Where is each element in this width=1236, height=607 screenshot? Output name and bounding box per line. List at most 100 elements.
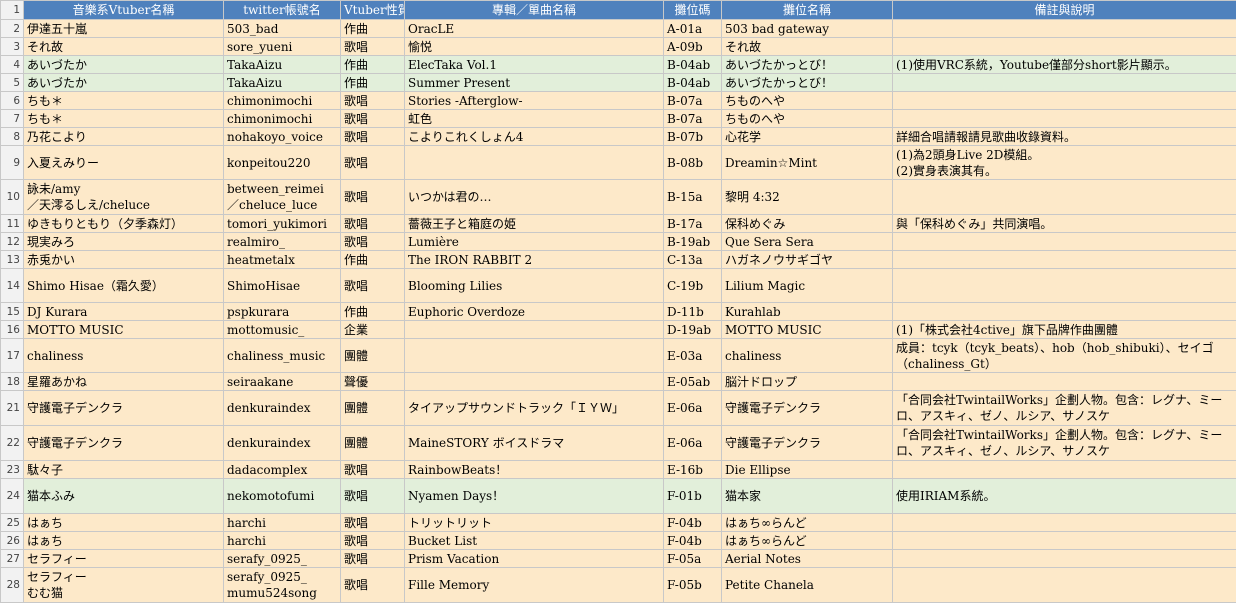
- cell-vtuber-name[interactable]: DJ Kurara: [23, 302, 224, 321]
- column-header-notes[interactable]: 備註與說明: [892, 0, 1236, 20]
- row-number[interactable]: 21: [0, 390, 24, 426]
- row-number[interactable]: 24: [0, 478, 24, 514]
- cell-notes[interactable]: 使用IRIAM系統。: [892, 478, 1236, 514]
- cell-vtuber-name[interactable]: 入夏えみりー: [23, 145, 224, 180]
- row-number[interactable]: 23: [0, 460, 24, 479]
- cell-type[interactable]: 作曲: [340, 55, 405, 74]
- cell-album[interactable]: Stories -Afterglow-: [404, 91, 664, 110]
- cell-type[interactable]: 作曲: [340, 302, 405, 321]
- row-number[interactable]: 3: [0, 37, 24, 56]
- column-header-vtuber-name[interactable]: 音樂系Vtuber名稱: [23, 0, 224, 20]
- cell-vtuber-name[interactable]: 現実みろ: [23, 232, 224, 251]
- cell-type[interactable]: 團體: [340, 390, 405, 426]
- cell-booth-name[interactable]: ちものへや: [721, 91, 893, 110]
- row-number[interactable]: 15: [0, 302, 24, 321]
- cell-album[interactable]: 薔薇王子と箱庭の姫: [404, 214, 664, 233]
- cell-booth-code[interactable]: F-04b: [663, 513, 722, 532]
- cell-twitter[interactable]: chaliness_music: [223, 338, 341, 373]
- cell-type[interactable]: 歌唱: [340, 214, 405, 233]
- cell-type[interactable]: 歌唱: [340, 232, 405, 251]
- cell-type[interactable]: 歌唱: [340, 478, 405, 514]
- cell-type[interactable]: 團體: [340, 425, 405, 461]
- cell-booth-code[interactable]: F-04b: [663, 531, 722, 550]
- cell-notes[interactable]: 詳細合唱請報請見歌曲收錄資料。: [892, 127, 1236, 146]
- column-header-booth-code[interactable]: 攤位碼: [663, 0, 722, 20]
- cell-booth-code[interactable]: D-11b: [663, 302, 722, 321]
- row-number[interactable]: 4: [0, 55, 24, 74]
- cell-vtuber-name[interactable]: あいづたか: [23, 73, 224, 92]
- cell-type[interactable]: 歌唱: [340, 127, 405, 146]
- column-header-twitter[interactable]: twitter帳號名: [223, 0, 341, 20]
- cell-booth-name[interactable]: 守護電子デンクラ: [721, 425, 893, 461]
- cell-booth-name[interactable]: あいづたかっとび！: [721, 73, 893, 92]
- cell-vtuber-name[interactable]: はぁち: [23, 513, 224, 532]
- cell-booth-code[interactable]: C-13a: [663, 250, 722, 269]
- cell-type[interactable]: 歌唱: [340, 549, 405, 568]
- cell-type[interactable]: 歌唱: [340, 145, 405, 180]
- row-number[interactable]: 27: [0, 549, 24, 568]
- cell-album[interactable]: Summer Present: [404, 73, 664, 92]
- cell-twitter[interactable]: TakaAizu: [223, 55, 341, 74]
- cell-album[interactable]: OracLE: [404, 19, 664, 38]
- cell-twitter[interactable]: serafy_0925_ mumu524song: [223, 567, 341, 603]
- cell-booth-code[interactable]: A-01a: [663, 19, 722, 38]
- cell-twitter[interactable]: seiraakane: [223, 372, 341, 391]
- cell-booth-name[interactable]: Die Ellipse: [721, 460, 893, 479]
- cell-album[interactable]: 愉悦: [404, 37, 664, 56]
- cell-notes[interactable]: [892, 302, 1236, 321]
- row-number[interactable]: 25: [0, 513, 24, 532]
- column-header-album[interactable]: 專輯／單曲名稱: [404, 0, 664, 20]
- cell-twitter[interactable]: harchi: [223, 513, 341, 532]
- cell-type[interactable]: 歌唱: [340, 109, 405, 128]
- row-number[interactable]: 5: [0, 73, 24, 92]
- cell-twitter[interactable]: nohakoyo_voice: [223, 127, 341, 146]
- cell-notes[interactable]: [892, 372, 1236, 391]
- cell-booth-name[interactable]: Aerial Notes: [721, 549, 893, 568]
- cell-vtuber-name[interactable]: 伊達五十嵐: [23, 19, 224, 38]
- row-number[interactable]: 1: [0, 0, 24, 20]
- cell-type[interactable]: 作曲: [340, 73, 405, 92]
- cell-notes[interactable]: [892, 73, 1236, 92]
- cell-booth-name[interactable]: ちものへや: [721, 109, 893, 128]
- cell-notes[interactable]: [892, 232, 1236, 251]
- cell-vtuber-name[interactable]: 守護電子デンクラ: [23, 390, 224, 426]
- cell-booth-name[interactable]: それ故: [721, 37, 893, 56]
- cell-type[interactable]: 歌唱: [340, 460, 405, 479]
- cell-booth-name[interactable]: 脳汁ドロップ: [721, 372, 893, 391]
- cell-album[interactable]: Prism Vacation: [404, 549, 664, 568]
- cell-booth-code[interactable]: D-19ab: [663, 320, 722, 339]
- cell-notes[interactable]: (1)「株式会社4ctive」旗下品牌作曲團體: [892, 320, 1236, 339]
- cell-booth-code[interactable]: E-03a: [663, 338, 722, 373]
- cell-vtuber-name[interactable]: ちも＊: [23, 91, 224, 110]
- cell-notes[interactable]: [892, 91, 1236, 110]
- cell-twitter[interactable]: chimonimochi: [223, 109, 341, 128]
- cell-album[interactable]: MaineSTORY ボイスドラマ: [404, 425, 664, 461]
- cell-vtuber-name[interactable]: 乃花こより: [23, 127, 224, 146]
- cell-booth-code[interactable]: E-06a: [663, 390, 722, 426]
- cell-booth-name[interactable]: はぁち∞らんど: [721, 513, 893, 532]
- cell-booth-name[interactable]: 黎明 4:32: [721, 179, 893, 215]
- cell-booth-name[interactable]: Lilium Magic: [721, 268, 893, 303]
- cell-booth-code[interactable]: A-09b: [663, 37, 722, 56]
- cell-type[interactable]: 歌唱: [340, 268, 405, 303]
- cell-album[interactable]: こよりこれくしょん4: [404, 127, 664, 146]
- cell-twitter[interactable]: denkuraindex: [223, 425, 341, 461]
- cell-notes[interactable]: [892, 250, 1236, 269]
- cell-notes[interactable]: [892, 268, 1236, 303]
- cell-type[interactable]: 歌唱: [340, 513, 405, 532]
- cell-booth-name[interactable]: Dreamin☆Mint: [721, 145, 893, 180]
- cell-booth-code[interactable]: B-07a: [663, 109, 722, 128]
- row-number[interactable]: 28: [0, 567, 24, 603]
- cell-notes[interactable]: [892, 19, 1236, 38]
- cell-album[interactable]: Blooming Lilies: [404, 268, 664, 303]
- cell-type[interactable]: 歌唱: [340, 567, 405, 603]
- cell-album[interactable]: トリットリット: [404, 513, 664, 532]
- cell-vtuber-name[interactable]: MOTTO MUSIC: [23, 320, 224, 339]
- row-number[interactable]: 11: [0, 214, 24, 233]
- cell-twitter[interactable]: serafy_0925_: [223, 549, 341, 568]
- cell-twitter[interactable]: sore_yueni: [223, 37, 341, 56]
- cell-twitter[interactable]: heatmetalx: [223, 250, 341, 269]
- row-number[interactable]: 18: [0, 372, 24, 391]
- cell-album[interactable]: Fille Memory: [404, 567, 664, 603]
- cell-twitter[interactable]: ShimoHisae: [223, 268, 341, 303]
